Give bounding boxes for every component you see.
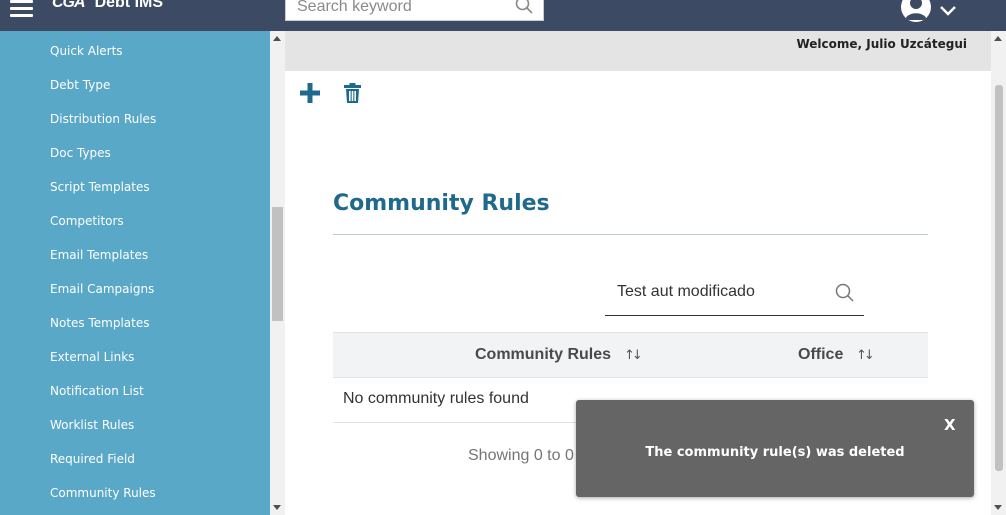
sidebar-scrollbar-thumb[interactable] (272, 207, 283, 321)
welcome-text: Welcome, Julio Uzcátegui (796, 37, 967, 51)
sidebar-item-competitors[interactable]: Competitors (50, 211, 124, 231)
scroll-down-arrow-icon[interactable] (273, 505, 281, 510)
search-icon[interactable] (835, 283, 854, 306)
main-scrollbar[interactable] (991, 31, 1006, 515)
page-title: Community Rules (333, 191, 550, 216)
welcome-bar: Welcome, Julio Uzcátegui (285, 31, 991, 71)
logo-product: Debt IMS (94, 0, 164, 11)
filter-input[interactable] (617, 278, 822, 306)
table-filter (605, 276, 864, 316)
sidebar-item-quick-alerts[interactable]: Quick Alerts (50, 41, 123, 61)
sidebar-item-email-templates[interactable]: Email Templates (50, 245, 148, 265)
top-navbar: CGA Debt IMS (0, 0, 1006, 31)
search-input[interactable] (297, 0, 497, 20)
trash-icon (344, 83, 361, 108)
sidebar: Quick Alerts Debt Type Distribution Rule… (0, 31, 270, 515)
search-icon[interactable] (515, 0, 533, 18)
add-button[interactable] (299, 82, 321, 104)
sidebar-item-script-templates[interactable]: Script Templates (50, 177, 150, 197)
empty-table-message: No community rules found (343, 390, 529, 407)
scroll-up-arrow-icon[interactable] (994, 36, 1002, 41)
column-header-office[interactable]: Office (798, 346, 843, 364)
sidebar-item-debt-type[interactable]: Debt Type (50, 75, 110, 95)
sidebar-scrollbar[interactable] (270, 31, 285, 515)
toast-notification: X The community rule(s) was deleted (576, 400, 974, 497)
chevron-down-icon[interactable] (939, 2, 957, 21)
sort-icon[interactable]: ↑↓ (624, 348, 643, 363)
sidebar-item-required-field[interactable]: Required Field (50, 449, 135, 469)
pagination-info: Showing 0 to 0 (468, 447, 574, 464)
title-divider (333, 234, 928, 235)
delete-button[interactable] (344, 82, 361, 104)
sidebar-item-distribution-rules[interactable]: Distribution Rules (50, 109, 156, 129)
scroll-down-arrow-icon[interactable] (994, 505, 1002, 510)
scroll-up-arrow-icon[interactable] (273, 36, 281, 41)
sidebar-item-doc-types[interactable]: Doc Types (50, 143, 111, 163)
sidebar-item-external-links[interactable]: External Links (50, 347, 134, 367)
main-scrollbar-thumb[interactable] (995, 85, 1003, 471)
app-logo[interactable]: CGA Debt IMS (52, 0, 163, 12)
sort-icon[interactable]: ↑↓ (856, 348, 875, 363)
sidebar-item-notes-templates[interactable]: Notes Templates (50, 313, 149, 333)
column-header-community-rules[interactable]: Community Rules (475, 346, 611, 364)
sidebar-item-worklist-rules[interactable]: Worklist Rules (50, 415, 134, 435)
table-header: Community Rules ↑↓ Office ↑↓ (333, 332, 928, 378)
sidebar-item-email-campaigns[interactable]: Email Campaigns (50, 279, 154, 299)
sidebar-item-notification-list[interactable]: Notification List (50, 381, 144, 401)
toast-message: The community rule(s) was deleted (645, 445, 905, 460)
global-search (285, 0, 544, 21)
hamburger-menu-icon[interactable] (10, 0, 33, 18)
user-avatar-icon[interactable] (901, 0, 931, 22)
sidebar-item-community-rules[interactable]: Community Rules (50, 483, 156, 503)
plus-icon (299, 83, 321, 108)
logo-brand: CGA (52, 0, 86, 11)
toast-close-button[interactable]: X (944, 416, 956, 434)
